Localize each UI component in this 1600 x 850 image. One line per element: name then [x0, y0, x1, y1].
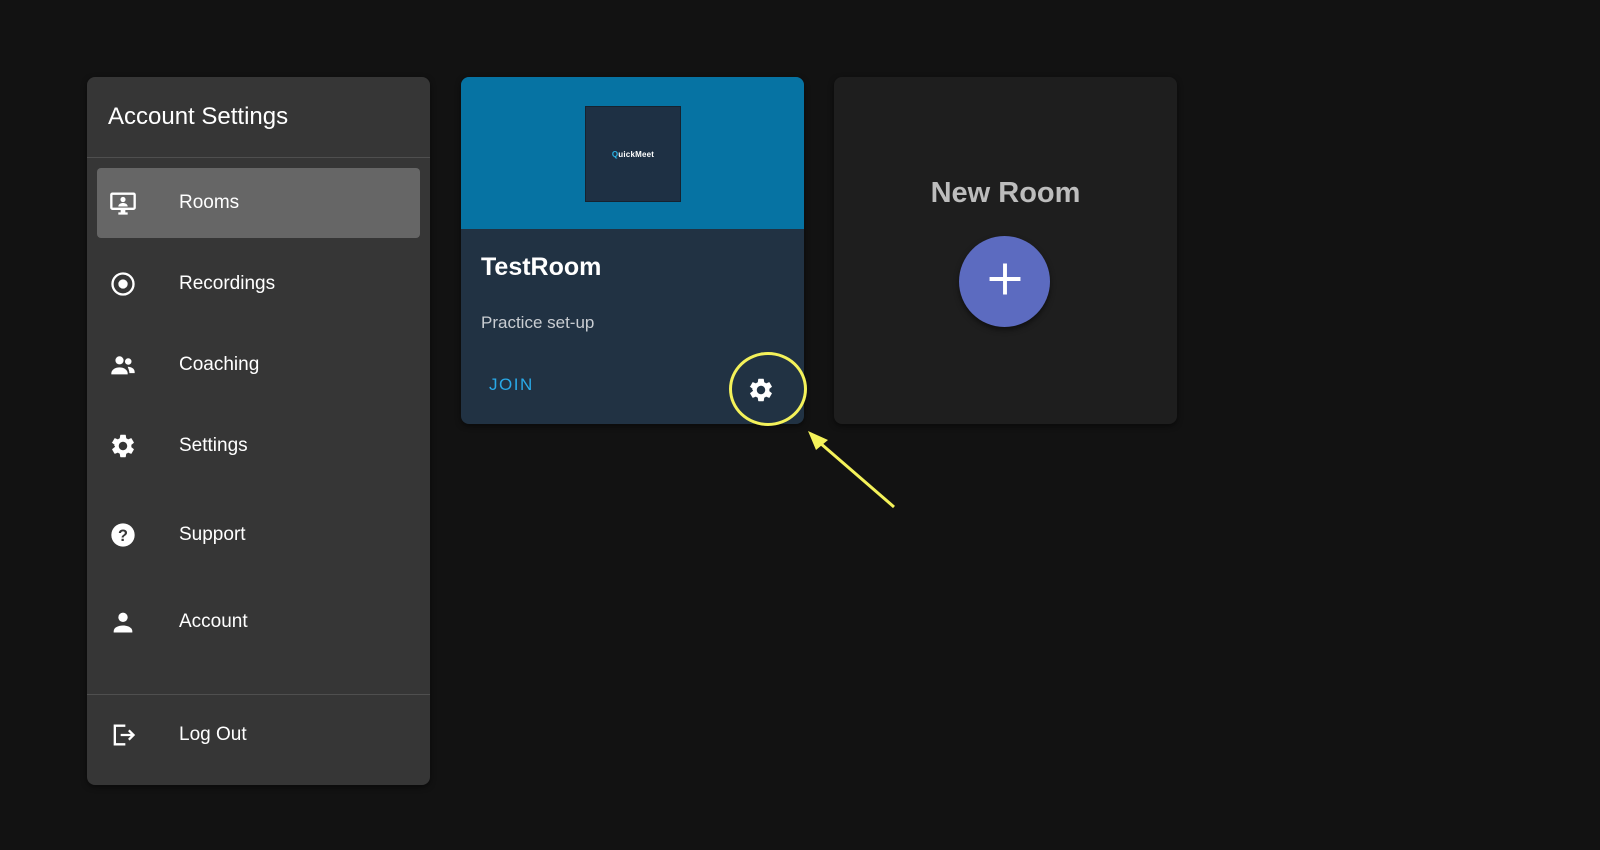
room-description: Practice set-up	[481, 313, 595, 332]
person-icon	[109, 608, 137, 636]
people-icon	[109, 351, 137, 379]
annotation-highlight-circle	[729, 352, 807, 426]
logout-button[interactable]: Log Out	[97, 700, 420, 770]
quickmeet-logo: QuickMeet	[585, 106, 681, 202]
room-title: TestRoom	[481, 253, 602, 281]
logout-label: Log Out	[179, 724, 247, 745]
svg-text:?: ?	[118, 527, 128, 545]
add-room-button[interactable]	[959, 236, 1050, 327]
record-icon	[109, 270, 137, 298]
sidebar-item-coaching[interactable]: Coaching	[97, 330, 420, 400]
join-button[interactable]: JOIN	[477, 367, 546, 403]
sidebar-item-rooms[interactable]: Rooms	[97, 168, 420, 238]
gear-icon	[109, 432, 137, 460]
sidebar-item-support[interactable]: ? Support	[97, 500, 420, 570]
sidebar-item-account[interactable]: Account	[97, 587, 420, 657]
sidebar-item-settings[interactable]: Settings	[97, 411, 420, 481]
sidebar-item-recordings[interactable]: Recordings	[97, 249, 420, 319]
sidebar-item-label: Account	[179, 611, 248, 632]
new-room-card[interactable]: New Room	[834, 77, 1177, 424]
sidebar-item-label: Rooms	[179, 192, 240, 213]
sidebar-item-label: Recordings	[179, 273, 276, 294]
plus-icon	[987, 261, 1023, 302]
annotation-arrow	[808, 431, 895, 509]
sidebar-title: Account Settings	[108, 103, 289, 130]
logout-icon	[109, 721, 137, 749]
new-room-title: New Room	[930, 177, 1081, 209]
sidebar-item-label: Settings	[179, 435, 248, 456]
room-card-media: QuickMeet	[461, 77, 804, 229]
account-settings-sidebar: Account Settings Rooms Recordings Coachi…	[87, 77, 430, 785]
sidebar-item-label: Coaching	[179, 354, 260, 375]
monitor-user-icon	[109, 189, 137, 217]
sidebar-divider	[87, 694, 430, 695]
help-icon: ?	[109, 521, 137, 549]
sidebar-item-label: Support	[179, 524, 246, 545]
sidebar-divider	[87, 157, 430, 158]
